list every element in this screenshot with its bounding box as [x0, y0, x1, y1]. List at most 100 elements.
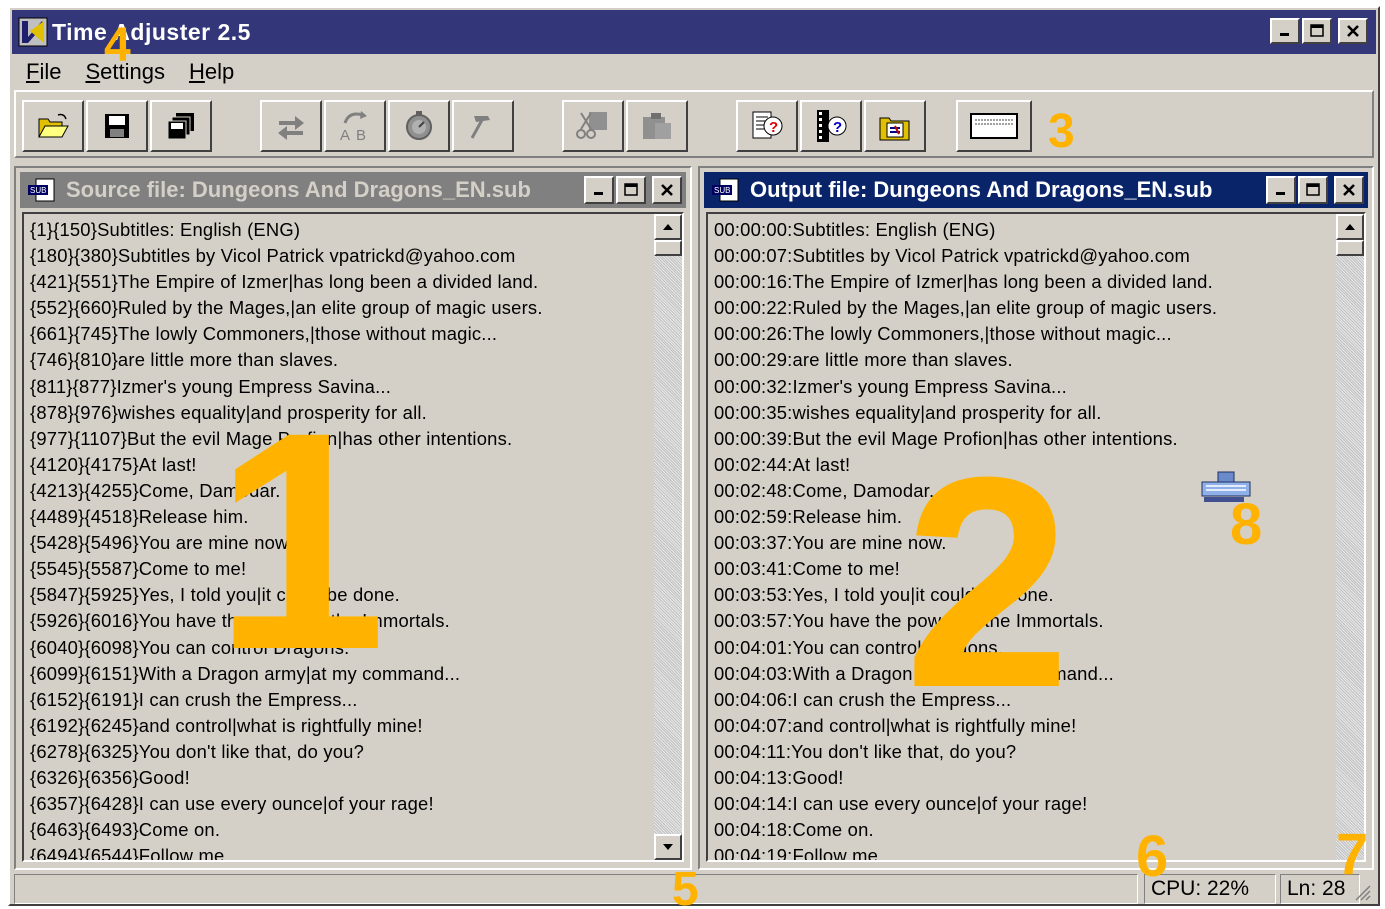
- source-line: {6326}{6356}Good!: [30, 766, 190, 788]
- annotation-1: 1: [214, 367, 387, 714]
- menu-bar: File Settings Help: [12, 56, 1376, 90]
- source-title-bar[interactable]: SUB Source file: Dungeons And Dragons_EN…: [20, 172, 686, 208]
- panel-icon: [970, 113, 1018, 139]
- minimize-icon: [1276, 192, 1285, 195]
- save-icon: [105, 114, 129, 138]
- hammer-icon: [470, 116, 490, 139]
- source-scroll-thumb[interactable]: [654, 240, 682, 256]
- output-minimize-button[interactable]: [1266, 176, 1296, 204]
- convert-ab-button[interactable]: AB: [324, 100, 386, 152]
- source-line: {1}{150}Subtitles: English (ENG): [30, 219, 301, 240]
- output-scroll-up-button[interactable]: [1336, 214, 1364, 240]
- source-maximize-button[interactable]: [616, 176, 646, 204]
- maximize-button[interactable]: [1302, 18, 1332, 44]
- annotation-3: 3: [1048, 105, 1075, 158]
- maximize-icon: [1310, 24, 1324, 37]
- output-line: 00:04:18:Come on.: [714, 819, 874, 841]
- output-line: 00:00:00:Subtitles: English (ENG): [714, 219, 996, 240]
- paste-icon: [643, 113, 671, 139]
- cut-icon: [576, 112, 607, 139]
- menu-help[interactable]: Help: [189, 59, 234, 87]
- annotation-6: 6: [1136, 824, 1169, 889]
- output-title: Output file: Dungeons And Dragons_EN.sub: [750, 177, 1213, 202]
- output-line: 00:00:26:The lowly Commoners,|those with…: [714, 323, 1172, 345]
- menu-file[interactable]: File: [26, 59, 61, 87]
- annotation-7: 7: [1336, 822, 1369, 887]
- output-line: 00:04:13:Good!: [714, 766, 844, 788]
- output-line: 00:04:19:Follow me.: [714, 845, 884, 862]
- source-close-button[interactable]: [652, 176, 682, 204]
- help-file-button[interactable]: ?: [736, 100, 798, 152]
- output-title-bar[interactable]: SUB Output file: Dungeons And Dragons_EN…: [704, 172, 1368, 208]
- output-scrollbar[interactable]: [1336, 214, 1364, 860]
- svg-text:SUB: SUB: [30, 186, 46, 195]
- source-scroll-up-button[interactable]: [654, 214, 682, 240]
- settings-button[interactable]: [864, 100, 926, 152]
- maximize-icon: [1306, 183, 1320, 196]
- output-line: 00:00:22:Ruled by the Mages,|an elite gr…: [714, 297, 1218, 319]
- maximize-icon: [624, 183, 638, 196]
- minimize-icon: [594, 192, 603, 195]
- close-button[interactable]: [1338, 18, 1368, 44]
- document-icon: SUB: [28, 178, 55, 202]
- output-line: 00:00:16:The Empire of Izmer|has long be…: [714, 271, 1213, 293]
- source-line: {6494}{6544}Follow me.: [30, 845, 230, 862]
- status-message: [14, 874, 1138, 904]
- close-icon: [1347, 25, 1359, 37]
- output-maximize-button[interactable]: [1298, 176, 1328, 204]
- menu-file-label: ile: [39, 59, 62, 84]
- app-icon: [18, 17, 48, 47]
- convert-ab-icon: AB: [340, 111, 367, 143]
- panel-button[interactable]: [956, 100, 1032, 152]
- output-line: 00:00:07:Subtitles by Vicol Patrick vpat…: [714, 245, 1191, 267]
- source-title: Source file: Dungeons And Dragons_EN.sub: [66, 177, 531, 202]
- stopwatch-button[interactable]: [388, 100, 450, 152]
- annotation-8: 8: [1230, 492, 1263, 557]
- output-line: 00:00:29:are little more than slaves.: [714, 349, 1013, 371]
- minimize-icon: [1280, 33, 1289, 36]
- scroll-up-icon: [663, 224, 673, 230]
- minimize-button[interactable]: [1270, 18, 1300, 44]
- source-line: {6278}{6325}You don't like that, do you?: [30, 740, 364, 762]
- output-scroll-thumb[interactable]: [1336, 240, 1364, 256]
- cut-button[interactable]: [562, 100, 624, 152]
- swap-icon: [278, 116, 304, 140]
- source-line: {6192}{6245}and control|what is rightful…: [30, 714, 423, 736]
- output-close-button[interactable]: [1334, 176, 1364, 204]
- help-file-icon: ?: [752, 111, 783, 139]
- annotation-2: 2: [904, 414, 1071, 750]
- scroll-up-icon: [1345, 224, 1355, 230]
- source-minimize-button[interactable]: [584, 176, 614, 204]
- hammer-button[interactable]: [452, 100, 514, 152]
- open-button[interactable]: [22, 100, 84, 152]
- window-title: Time Adjuster 2.5: [52, 18, 251, 45]
- save-all-icon: [167, 113, 194, 140]
- close-icon: [1343, 184, 1355, 196]
- annotation-4: 4: [104, 19, 131, 72]
- close-icon: [661, 184, 673, 196]
- menu-help-accel: H: [188, 59, 205, 84]
- output-line: 00:04:14:I can use every ounce|of your r…: [714, 793, 1088, 815]
- paste-button[interactable]: [626, 100, 688, 152]
- source-line: {661}{745}The lowly Commoners,|those wit…: [30, 323, 498, 345]
- svg-text:?: ?: [833, 119, 842, 136]
- title-bar[interactable]: Time Adjuster 2.5: [12, 10, 1376, 54]
- source-line: {421}{551}The Empire of Izmer|has long b…: [30, 271, 539, 293]
- open-icon: [38, 113, 69, 138]
- swap-button[interactable]: [260, 100, 322, 152]
- stopwatch-icon: [406, 111, 432, 140]
- source-scrollbar[interactable]: [654, 214, 682, 860]
- save-button[interactable]: [86, 100, 148, 152]
- source-scroll-down-button[interactable]: [654, 834, 682, 860]
- annotation-5: 5: [672, 863, 699, 909]
- save-all-button[interactable]: [150, 100, 212, 152]
- menu-settings-accel: S: [85, 59, 101, 84]
- source-line: {180}{380}Subtitles by Vicol Patrick vpa…: [30, 245, 516, 267]
- menu-help-label: elp: [204, 59, 235, 84]
- menu-file-accel: F: [26, 59, 40, 84]
- source-line: {6463}{6493}Come on.: [30, 819, 221, 841]
- settings-icon: [879, 117, 910, 141]
- help-movie-button[interactable]: ?: [800, 100, 862, 152]
- svg-text:B: B: [356, 127, 366, 143]
- document-icon: SUB: [712, 178, 739, 202]
